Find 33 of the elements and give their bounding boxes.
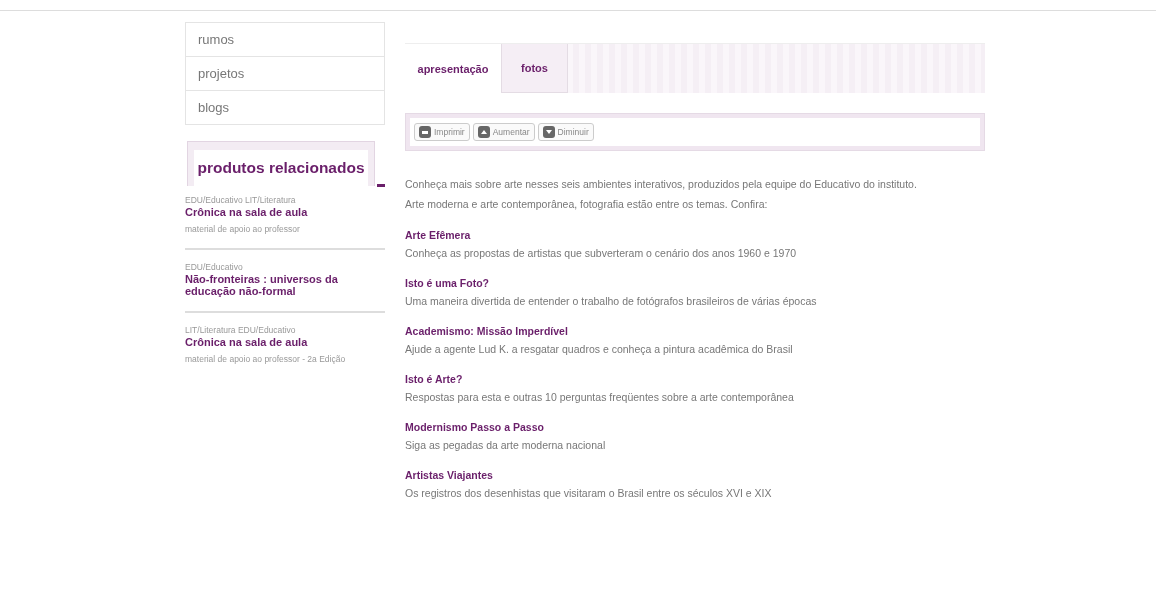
nav-link[interactable]: blogs (186, 91, 384, 124)
product-subtitle: material de apoio ao professor (185, 224, 301, 234)
activity-link[interactable]: Modernismo Passo a Passo (405, 418, 985, 436)
product-link[interactable]: Crônica na sala de aula (185, 336, 385, 348)
toolbar-button[interactable]: Aumentar (472, 123, 535, 141)
nav-link[interactable]: projetos (186, 57, 384, 91)
product-subtitle: material de apoio ao professor - 2a Edição (185, 354, 347, 364)
product-link[interactable]: Não-fronteiras : universos da educação não-formal (185, 273, 385, 297)
nav-link[interactable]: rumos (186, 23, 384, 57)
activity-description: Uma maneira divertida de entender o trabalho de fotógrafos brasileiros de várias épocas (405, 294, 818, 309)
section-title: produtos relacionados (194, 150, 368, 186)
printer-icon (419, 126, 431, 138)
intro-text: Arte moderna e arte contemporânea, fotografia estão entre os temas. Confira: (405, 197, 769, 212)
intro-text: Conheça mais sobre arte nesses seis ambientes interativos, produzidos pela equipe do Educativo do instituto. (405, 177, 918, 192)
product-tags: EDU/Educativo (185, 262, 385, 272)
activity-description: Ajude a agente Lud K. a resgatar quadros e conheça a pintura acadêmica do Brasil (405, 342, 794, 357)
product-link[interactable]: Crônica na sala de aula (185, 206, 385, 218)
tab[interactable]: apresentação (405, 44, 502, 93)
accent-bar (377, 184, 385, 187)
activity-link[interactable]: Arte Efêmera (405, 226, 985, 244)
activity-description: Siga as pegadas da arte moderna nacional (405, 438, 607, 453)
product-tags: EDU/Educativo LIT/Literatura (185, 195, 385, 205)
activity-link[interactable]: Isto é uma Foto? (405, 274, 985, 292)
activity-link[interactable]: Isto é Arte? (405, 370, 985, 388)
activity-link[interactable]: Academismo: Missão Imperdível (405, 322, 985, 340)
activity-description: Respostas para esta e outras 10 perguntas freqüentes sobre a arte contemporânea (405, 390, 795, 405)
toolbar-button[interactable]: Imprimir (414, 123, 470, 141)
product-tags: LIT/Literatura EDU/Educativo (185, 325, 385, 335)
tab[interactable]: fotos (502, 44, 568, 93)
activity-description: Conheça as propostas de artistas que subverteram o cenário dos anos 1960 e 1970 (405, 246, 798, 261)
activity-link[interactable]: Artistas Viajantes (405, 466, 985, 484)
activity-description: Os registros dos desenhistas que visitaram o Brasil entre os séculos XVI e XIX (405, 486, 773, 501)
toolbar-button[interactable]: Diminuir (537, 123, 594, 141)
